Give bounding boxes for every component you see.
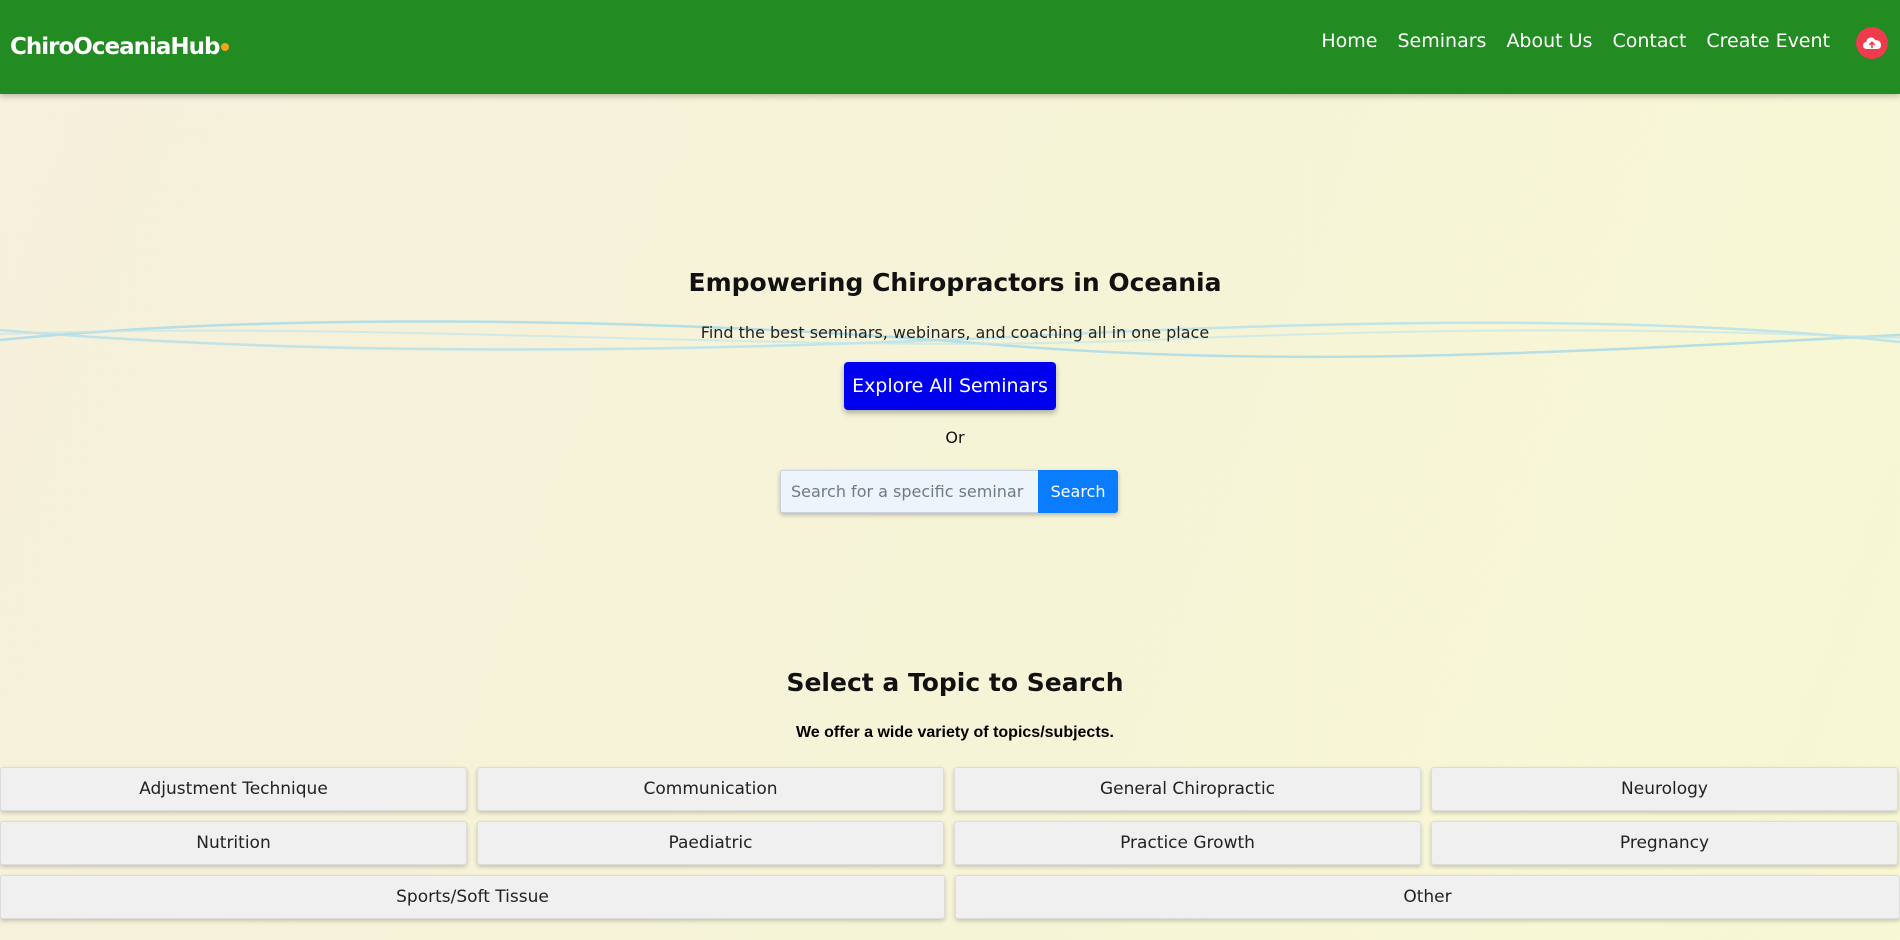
hero-title: Empowering Chiropractors in Oceania bbox=[688, 268, 1222, 297]
hero-subtitle: Find the best seminars, webinars, and co… bbox=[700, 323, 1210, 342]
topic-row: Adjustment Technique Communication Gener… bbox=[0, 767, 1900, 811]
topic-grid: Adjustment Technique Communication Gener… bbox=[0, 767, 1900, 929]
search-button[interactable]: Search bbox=[1038, 470, 1118, 513]
topic-practice-growth-button[interactable]: Practice Growth bbox=[954, 821, 1421, 865]
nav-about-us-link[interactable]: About Us bbox=[1496, 28, 1602, 54]
topic-paediatric-button[interactable]: Paediatric bbox=[477, 821, 944, 865]
topic-sports-soft-tissue-button[interactable]: Sports/Soft Tissue bbox=[0, 875, 945, 919]
nav-contact-link[interactable]: Contact bbox=[1602, 28, 1696, 54]
upload-button[interactable] bbox=[1856, 27, 1888, 59]
brand-dot-icon bbox=[221, 43, 230, 51]
brand-logo[interactable]: ChiroOceaniaHub bbox=[10, 32, 230, 62]
top-navbar: ChiroOceaniaHub Home Seminars About Us C… bbox=[0, 0, 1900, 94]
cloud-upload-icon bbox=[1863, 37, 1881, 49]
brand-name: ChiroOceaniaHub bbox=[10, 34, 220, 60]
seminar-search-form: Search bbox=[780, 470, 1118, 513]
topic-general-chiropractic-button[interactable]: General Chiropractic bbox=[954, 767, 1421, 811]
topic-nutrition-button[interactable]: Nutrition bbox=[0, 821, 467, 865]
nav-seminars-link[interactable]: Seminars bbox=[1388, 28, 1497, 54]
topics-subtitle: We offer a wide variety of topics/subjec… bbox=[795, 724, 1114, 741]
topic-neurology-button[interactable]: Neurology bbox=[1431, 767, 1898, 811]
nav-create-event-link[interactable]: Create Event bbox=[1696, 28, 1840, 54]
nav-home-link[interactable]: Home bbox=[1311, 28, 1387, 54]
topic-row: Nutrition Paediatric Practice Growth Pre… bbox=[0, 821, 1900, 865]
seminar-search-input[interactable] bbox=[780, 470, 1038, 513]
topic-adjustment-technique-button[interactable]: Adjustment Technique bbox=[0, 767, 467, 811]
explore-all-seminars-button[interactable]: Explore All Seminars bbox=[844, 362, 1056, 410]
main-nav: Home Seminars About Us Contact Create Ev… bbox=[1311, 28, 1840, 54]
topic-other-button[interactable]: Other bbox=[955, 875, 1900, 919]
topics-title: Select a Topic to Search bbox=[786, 668, 1124, 697]
topic-communication-button[interactable]: Communication bbox=[477, 767, 944, 811]
topic-pregnancy-button[interactable]: Pregnancy bbox=[1431, 821, 1898, 865]
or-divider-text: Or bbox=[945, 428, 965, 447]
topic-row: Sports/Soft Tissue Other bbox=[0, 875, 1900, 919]
